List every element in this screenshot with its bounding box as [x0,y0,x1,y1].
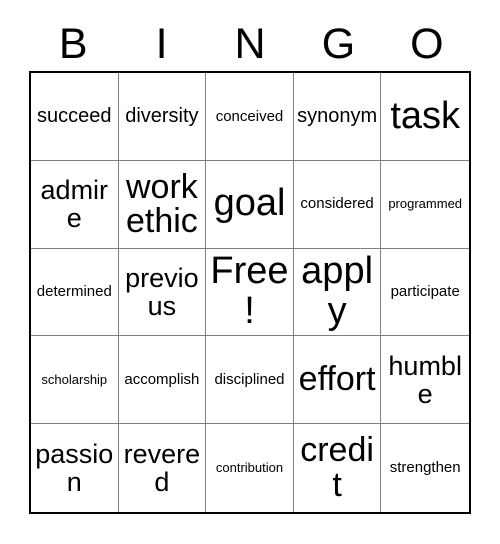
bingo-header-letter-i: I [155,20,168,68]
bingo-cell[interactable]: considered [293,160,382,249]
bingo-cell[interactable]: diversity [118,73,207,161]
bingo-cell[interactable]: goal [206,160,294,249]
bingo-cell[interactable]: task [381,73,469,161]
bingo-card: B I N G O succeed diversity conceived synon… [0,0,500,544]
bingo-cell[interactable]: apply [293,248,382,337]
bingo-cell[interactable]: humble [381,336,469,425]
bingo-cell[interactable]: succeed [31,73,119,161]
bingo-cell[interactable]: scholarship [31,336,119,425]
bingo-cell[interactable]: revered [118,424,207,512]
bingo-cell-free[interactable]: Free! [206,248,294,337]
bingo-cell[interactable]: disciplined [206,336,294,425]
bingo-cell[interactable]: conceived [206,73,294,161]
bingo-header-letter-o: O [410,20,444,68]
bingo-grid: succeed diversity conceived synonym task admi… [29,71,471,514]
bingo-cell[interactable]: contribution [206,424,294,512]
bingo-cell[interactable]: work ethic [118,160,207,249]
bingo-cell[interactable]: strengthen [381,424,469,512]
bingo-header-letter-n: N [234,20,266,68]
bingo-cell[interactable]: effort [293,336,382,425]
bingo-cell[interactable]: synonym [293,73,382,161]
bingo-cell[interactable]: previous [118,248,207,337]
bingo-cell[interactable]: admire [31,160,119,249]
bingo-cell[interactable]: passion [31,424,119,512]
bingo-header-letter-b: B [58,20,88,68]
bingo-header: B I N G O [29,16,471,66]
bingo-cell[interactable]: credit [293,424,382,512]
bingo-cell[interactable]: determined [31,248,119,337]
bingo-cell[interactable]: participate [381,248,469,337]
bingo-header-letter-g: G [321,20,356,68]
bingo-cell[interactable]: accomplish [118,336,207,425]
bingo-cell[interactable]: programmed [381,160,469,249]
